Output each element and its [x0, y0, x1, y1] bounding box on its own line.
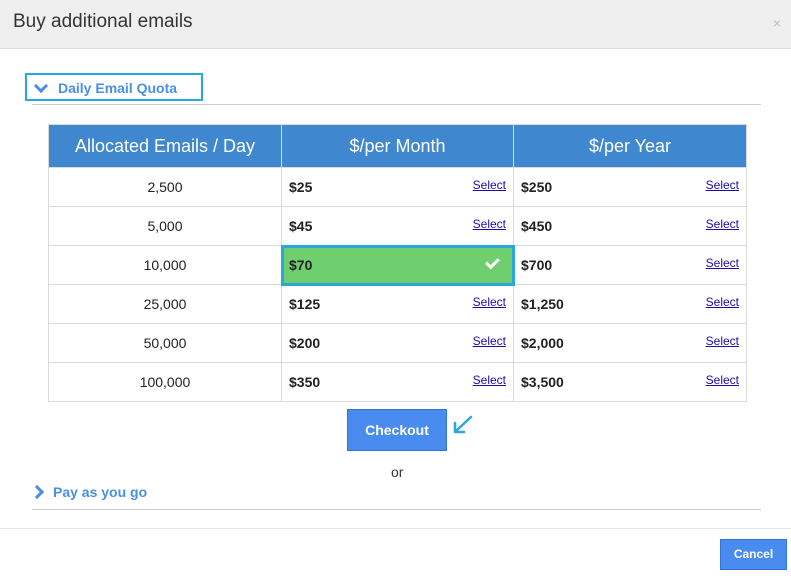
- column-header-monthly: $/per Month: [281, 124, 514, 168]
- select-monthly-link[interactable]: Select: [473, 334, 506, 348]
- dialog-title: Buy additional emails: [13, 11, 193, 32]
- table-header-row: Allocated Emails / Day $/per Month $/per…: [48, 124, 747, 168]
- monthly-price: $350: [289, 374, 321, 390]
- column-header-allocated: Allocated Emails / Day: [48, 124, 282, 168]
- allocated-cell: 2,500: [48, 167, 282, 207]
- select-monthly-link[interactable]: Select: [473, 373, 506, 387]
- arrow-pointer-icon: [453, 415, 473, 434]
- yearly-price: $250: [521, 179, 553, 195]
- allocated-cell: 25,000: [48, 284, 282, 324]
- monthly-price: $200: [289, 335, 321, 351]
- table-row: 2,500 $25 Select $250 Select: [48, 167, 747, 207]
- allocated-cell: 100,000: [48, 362, 282, 402]
- table-row: 10,000 $70 $700 Select: [48, 244, 747, 286]
- table-row: 25,000 $125 Select $1,250 Select: [48, 284, 747, 324]
- select-monthly-link[interactable]: Select: [473, 178, 506, 192]
- select-yearly-link[interactable]: Select: [706, 334, 739, 348]
- monthly-cell: $350 Select: [281, 362, 514, 402]
- yearly-cell: $450 Select: [513, 206, 747, 246]
- yearly-price: $450: [521, 218, 553, 234]
- monthly-price: $70: [289, 257, 313, 273]
- column-header-yearly: $/per Year: [513, 124, 747, 168]
- daily-quota-label: Daily Email Quota: [58, 80, 178, 96]
- monthly-cell: $45 Select: [281, 206, 514, 246]
- monthly-price: $45: [289, 218, 313, 234]
- checkout-button[interactable]: Checkout: [347, 409, 447, 451]
- yearly-cell: $2,000 Select: [513, 323, 747, 363]
- monthly-cell: $25 Select: [281, 167, 514, 207]
- yearly-cell: $3,500 Select: [513, 362, 747, 402]
- footer-divider: [0, 528, 791, 529]
- select-yearly-link[interactable]: Select: [706, 373, 739, 387]
- yearly-price: $3,500: [521, 374, 564, 390]
- allocated-cell: 10,000: [48, 245, 282, 285]
- allocated-cell: 5,000: [48, 206, 282, 246]
- chevron-right-icon: [29, 484, 45, 500]
- select-monthly-link[interactable]: Select: [473, 217, 506, 231]
- allocated-cell: 50,000: [48, 323, 282, 363]
- cancel-button[interactable]: Cancel: [720, 539, 787, 570]
- daily-quota-toggle[interactable]: Daily Email Quota: [25, 73, 203, 101]
- table-row: 100,000 $350 Select $3,500 Select: [48, 362, 747, 402]
- monthly-cell: $200 Select: [281, 323, 514, 363]
- yearly-cell: $700 Select: [513, 245, 747, 285]
- pay-as-you-go-toggle[interactable]: Pay as you go: [29, 483, 232, 503]
- close-icon[interactable]: ×: [773, 13, 781, 33]
- select-yearly-link[interactable]: Select: [706, 256, 739, 270]
- yearly-price: $2,000: [521, 335, 564, 351]
- select-yearly-link[interactable]: Select: [706, 178, 739, 192]
- chevron-down-icon: [33, 78, 49, 94]
- monthly-price: $125: [289, 296, 321, 312]
- select-monthly-link[interactable]: Select: [473, 295, 506, 309]
- yearly-cell: $1,250 Select: [513, 284, 747, 324]
- monthly-cell-selected[interactable]: $70: [280, 244, 515, 286]
- dialog-header: Buy additional emails ×: [0, 0, 791, 49]
- yearly-price: $1,250: [521, 296, 564, 312]
- yearly-price: $700: [521, 257, 553, 273]
- section-divider: [32, 104, 761, 105]
- select-yearly-link[interactable]: Select: [706, 295, 739, 309]
- or-text: or: [391, 464, 404, 480]
- table-row: 5,000 $45 Select $450 Select: [48, 206, 747, 246]
- pay-as-you-go-label: Pay as you go: [53, 484, 148, 500]
- checkmark-icon: [485, 254, 500, 270]
- monthly-cell: $125 Select: [281, 284, 514, 324]
- pricing-table: Allocated Emails / Day $/per Month $/per…: [48, 124, 747, 402]
- yearly-cell: $250 Select: [513, 167, 747, 207]
- monthly-price: $25: [289, 179, 313, 195]
- section-divider: [32, 509, 761, 510]
- table-row: 50,000 $200 Select $2,000 Select: [48, 323, 747, 363]
- select-yearly-link[interactable]: Select: [706, 217, 739, 231]
